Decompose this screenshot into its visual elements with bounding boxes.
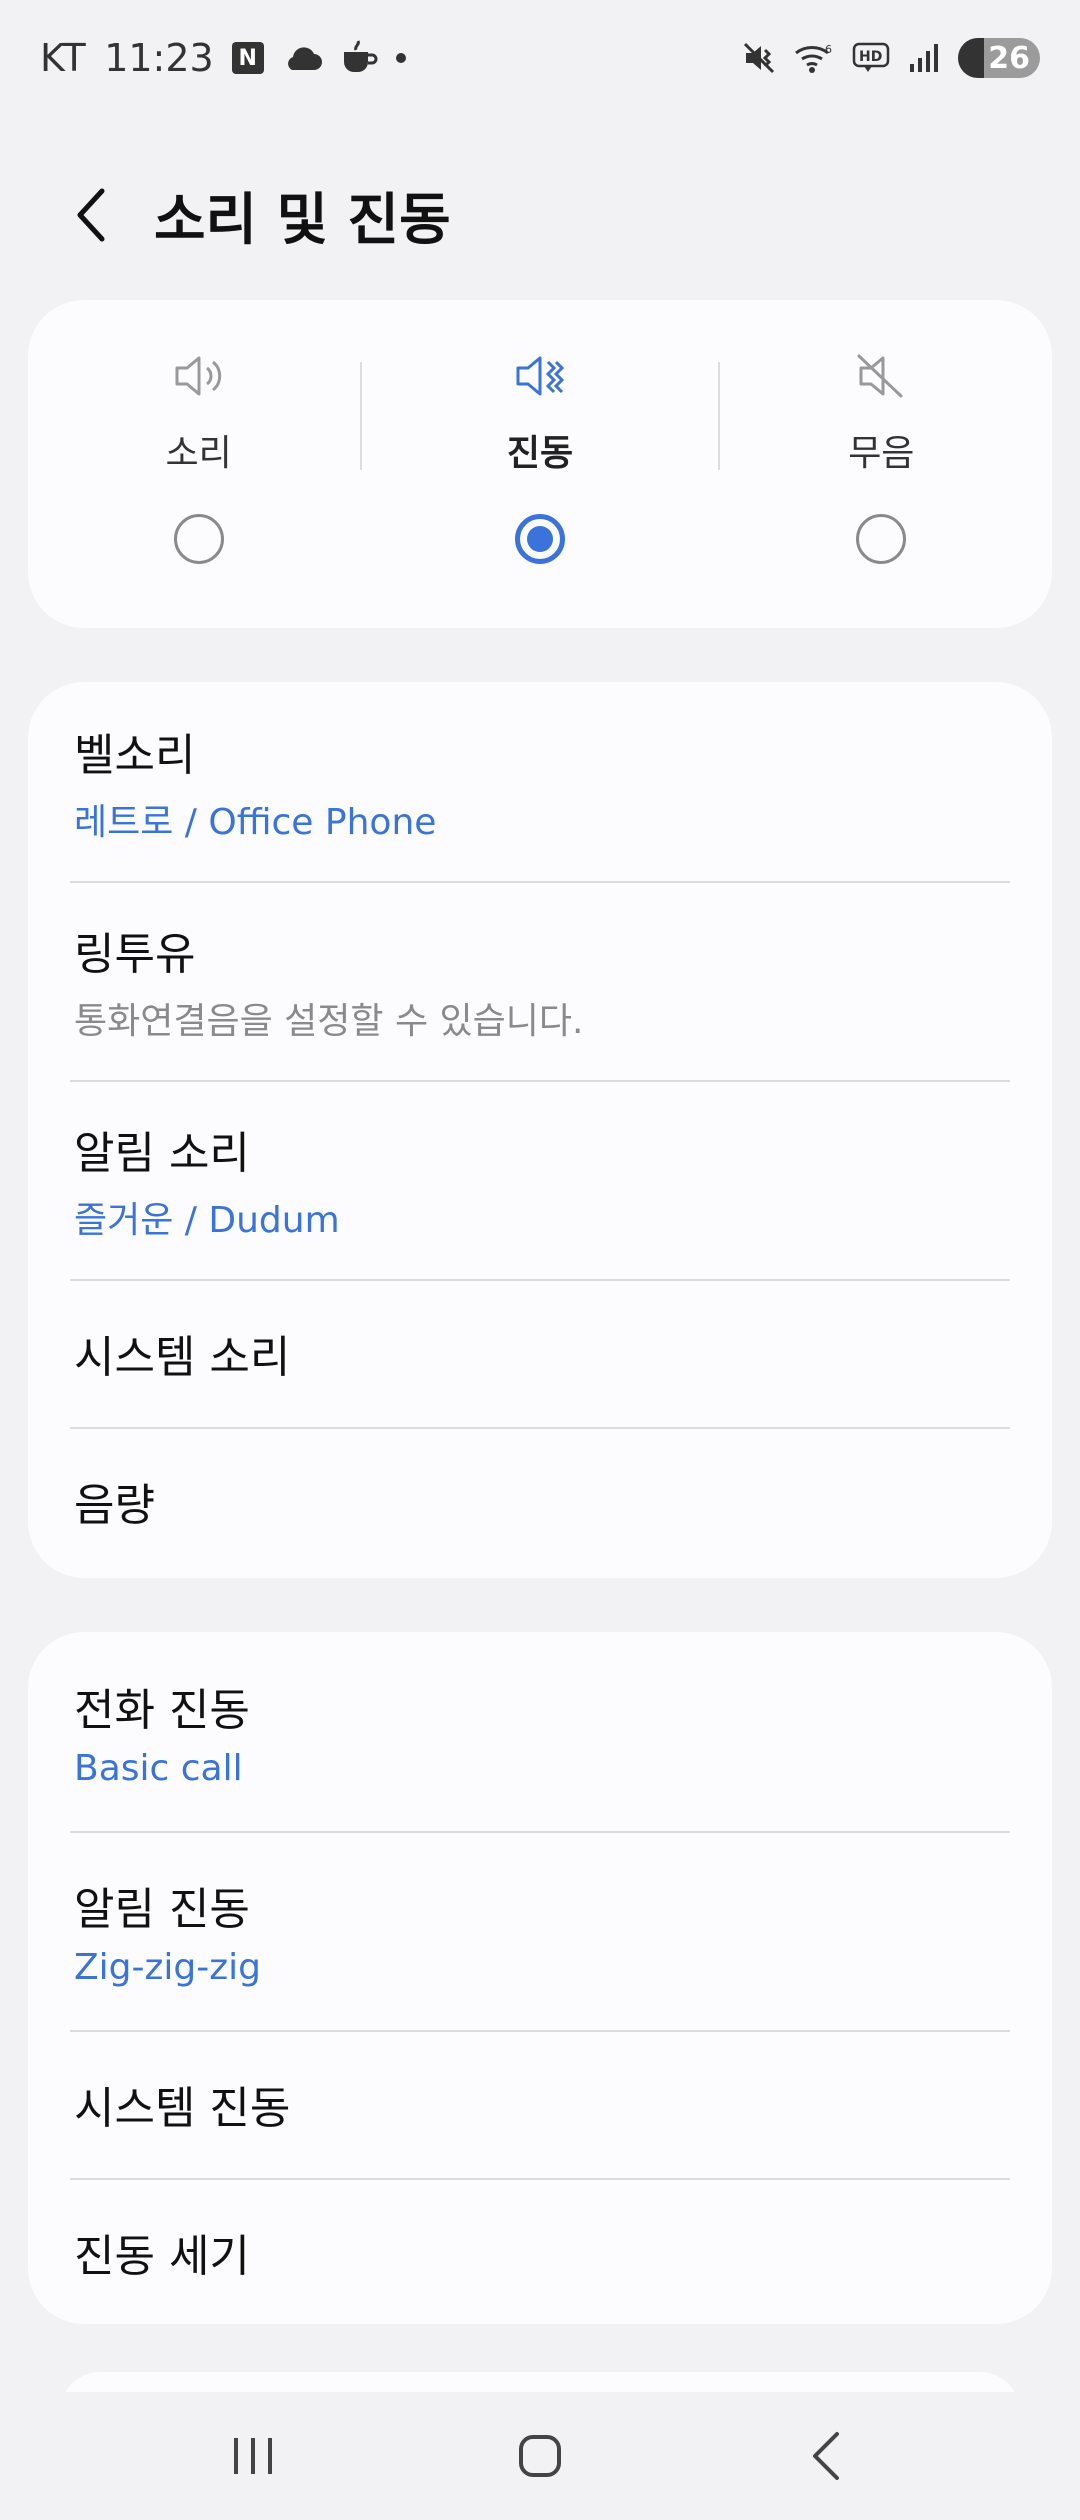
dot-icon xyxy=(395,53,406,63)
volume-item[interactable]: 음량 xyxy=(28,1427,1052,1575)
call-vibration-title: 전화 진동 xyxy=(74,1685,250,1736)
home-icon xyxy=(518,2435,561,2477)
chevron-left-icon xyxy=(77,188,105,242)
volume-title: 음량 xyxy=(74,1480,155,1531)
mode-option-sound[interactable]: 소리 xyxy=(28,300,369,628)
carrier-label: KT xyxy=(40,36,87,80)
mute-icon xyxy=(853,348,909,404)
svg-text:HD: HD xyxy=(859,49,882,65)
battery-icon: 26 xyxy=(958,38,1040,78)
wifi-icon: 6 xyxy=(794,41,834,75)
recent-apps-icon xyxy=(234,2438,273,2474)
notification-vibration-title: 알림 진동 xyxy=(74,1884,250,1935)
home-button[interactable] xyxy=(480,2406,600,2506)
notification-sound-value: 즐거운 / Dudum xyxy=(74,1199,340,1241)
cloud-icon xyxy=(282,44,322,72)
speaker-icon xyxy=(171,348,227,404)
system-sound-title: 시스템 소리 xyxy=(74,1332,291,1383)
sound-settings-card: 벨소리 레트로 / Office Phone 링투유 통화연결음을 설정할 수 … xyxy=(28,682,1052,1578)
status-right: 6 HD 26 xyxy=(742,38,1040,78)
vibrate-mute-icon xyxy=(742,41,776,75)
sound-mode-selector: 소리 진동 무음 xyxy=(28,300,1052,628)
mode-label-mute: 무음 xyxy=(848,433,915,474)
vibration-settings-card: 전화 진동 Basic call 알림 진동 Zig-zig-zig 시스템 진… xyxy=(28,1632,1052,2324)
page-header: 소리 및 진동 xyxy=(0,160,1080,270)
ring-to-you-item[interactable]: 링투유 통화연결음을 설정할 수 있습니다. xyxy=(28,881,1052,1080)
mode-option-vibrate[interactable]: 진동 xyxy=(369,300,710,628)
mode-radio-mute[interactable] xyxy=(856,514,907,564)
mode-radio-sound[interactable] xyxy=(173,514,224,564)
clock: 11:23 xyxy=(104,36,214,80)
navigation-bar xyxy=(0,2392,1080,2520)
mode-option-mute[interactable]: 무음 xyxy=(711,300,1052,628)
mode-radio-vibrate[interactable] xyxy=(514,514,565,564)
settings-page: KT 11:23 N 6 HD 26 소리 및 진동 소리 진동 무음 벨소리 … xyxy=(0,0,1080,2520)
ringtone-item[interactable]: 벨소리 레트로 / Office Phone xyxy=(28,682,1052,881)
vibrate-icon xyxy=(512,348,568,404)
recent-apps-button[interactable] xyxy=(193,2406,313,2506)
notification-sound-item[interactable]: 알림 소리 즐거운 / Dudum xyxy=(28,1080,1052,1279)
ring-to-you-description: 통화연결음을 설정할 수 있습니다. xyxy=(74,1000,584,1042)
back-button[interactable] xyxy=(44,167,140,263)
vibration-intensity-title: 진동 세기 xyxy=(74,2231,250,2282)
ringtone-value: 레트로 / Office Phone xyxy=(74,801,437,843)
notification-vibration-value: Zig-zig-zig xyxy=(74,1947,261,1988)
hd-icon: HD xyxy=(852,42,890,74)
system-vibration-item[interactable]: 시스템 진동 xyxy=(28,2030,1052,2178)
svg-text:6: 6 xyxy=(825,43,832,56)
ring-to-you-title: 링투유 xyxy=(74,928,196,980)
notification-sound-title: 알림 소리 xyxy=(74,1127,250,1179)
status-left: KT 11:23 N xyxy=(40,36,406,80)
notification-vibration-item[interactable]: 알림 진동 Zig-zig-zig xyxy=(28,1831,1052,2030)
coffee-icon xyxy=(340,40,378,76)
mode-label-vibrate: 진동 xyxy=(506,433,574,474)
call-vibration-item[interactable]: 전화 진동 Basic call xyxy=(28,1632,1052,1831)
vibration-intensity-item[interactable]: 진동 세기 xyxy=(28,2178,1052,2324)
mode-label-sound: 소리 xyxy=(165,433,232,474)
system-vibration-title: 시스템 진동 xyxy=(74,2083,291,2134)
naver-n-icon: N xyxy=(231,42,264,74)
back-arrow-icon xyxy=(812,2432,839,2480)
page-title: 소리 및 진동 xyxy=(154,187,451,253)
status-bar: KT 11:23 N 6 HD 26 xyxy=(0,0,1080,116)
system-sound-item[interactable]: 시스템 소리 xyxy=(28,1279,1052,1427)
battery-level: 26 xyxy=(988,40,1030,76)
mode-divider xyxy=(360,362,362,470)
signal-icon xyxy=(908,42,940,74)
ringtone-title: 벨소리 xyxy=(74,729,196,781)
call-vibration-value: Basic call xyxy=(74,1748,243,1789)
back-nav-button[interactable] xyxy=(767,2406,887,2506)
